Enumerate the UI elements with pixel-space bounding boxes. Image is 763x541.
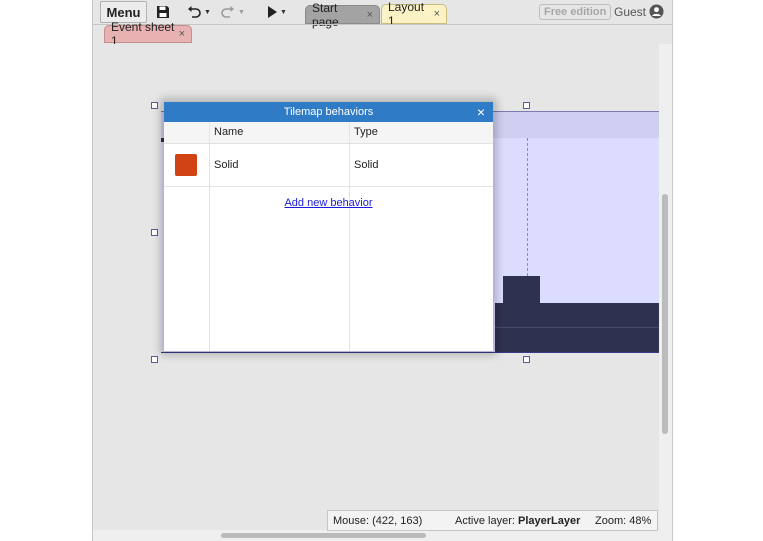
zoom-level: Zoom: 48%: [595, 514, 652, 527]
close-icon[interactable]: ×: [434, 8, 440, 20]
edition-badge[interactable]: Free edition: [539, 4, 612, 20]
column-header-type[interactable]: Type: [354, 126, 378, 138]
mouse-position: Mouse: (422, 163): [333, 514, 423, 527]
redo-dropdown-icon[interactable]: ▼: [238, 9, 245, 16]
active-layer-value: PlayerLayer: [518, 514, 581, 527]
resize-handle[interactable]: [151, 229, 158, 236]
undo-icon: [188, 6, 201, 18]
horizontal-scrollbar[interactable]: [93, 530, 672, 541]
solid-behavior-icon: [175, 154, 197, 176]
scrollbar-thumb[interactable]: [662, 194, 668, 434]
redo-button[interactable]: ▼: [219, 2, 247, 22]
tilemap-step[interactable]: [503, 276, 540, 304]
undo-button[interactable]: ▼: [185, 2, 213, 22]
vertical-scrollbar[interactable]: [659, 44, 672, 530]
undo-dropdown-icon[interactable]: ▼: [204, 9, 211, 16]
resize-handle[interactable]: [523, 102, 530, 109]
scrollbar-thumb[interactable]: [221, 533, 426, 538]
tab-layout-1[interactable]: Layout 1 ×: [381, 0, 447, 28]
tab-start-page[interactable]: Start page ×: [305, 1, 380, 29]
play-icon: [268, 6, 278, 18]
tilemap-behaviors-dialog: Tilemap behaviors × Name Type Solid Soli…: [164, 102, 493, 351]
close-icon[interactable]: ×: [367, 9, 373, 21]
status-bar: Mouse: (422, 163) Active layer: PlayerLa…: [327, 510, 658, 531]
preview-button[interactable]: ▼: [263, 2, 291, 22]
tab-event-sheet-1[interactable]: Event sheet 1 ×: [104, 20, 192, 48]
main-toolbar: Menu ▼ ▼ ▼ Start page × Layout 1 × Free …: [93, 0, 672, 29]
close-icon[interactable]: ×: [179, 28, 185, 40]
add-new-behavior-link[interactable]: Add new behavior: [164, 197, 493, 209]
user-name[interactable]: Guest: [614, 5, 646, 19]
behaviors-table-header: Name Type: [164, 122, 493, 144]
dialog-title: Tilemap behaviors: [283, 106, 374, 118]
dialog-title-bar[interactable]: Tilemap behaviors: [164, 102, 493, 122]
active-layer-label: Active layer:: [455, 514, 515, 527]
behavior-type: Solid: [354, 159, 379, 171]
save-button[interactable]: [152, 2, 174, 22]
user-account-icon[interactable]: [649, 4, 664, 19]
column-header-name[interactable]: Name: [214, 126, 243, 138]
close-icon[interactable]: ×: [473, 102, 489, 122]
redo-icon: [221, 6, 235, 18]
resize-handle[interactable]: [151, 356, 158, 363]
resize-handle[interactable]: [151, 102, 158, 109]
behavior-name: Solid: [214, 159, 239, 171]
tilemap-seam: [495, 327, 659, 328]
construct-editor: Menu ▼ ▼ ▼ Start page × Layout 1 × Free …: [92, 0, 673, 541]
preview-dropdown-icon[interactable]: ▼: [280, 9, 287, 16]
save-icon: [157, 6, 169, 18]
resize-handle[interactable]: [523, 356, 530, 363]
behavior-row[interactable]: Solid Solid: [164, 144, 493, 187]
